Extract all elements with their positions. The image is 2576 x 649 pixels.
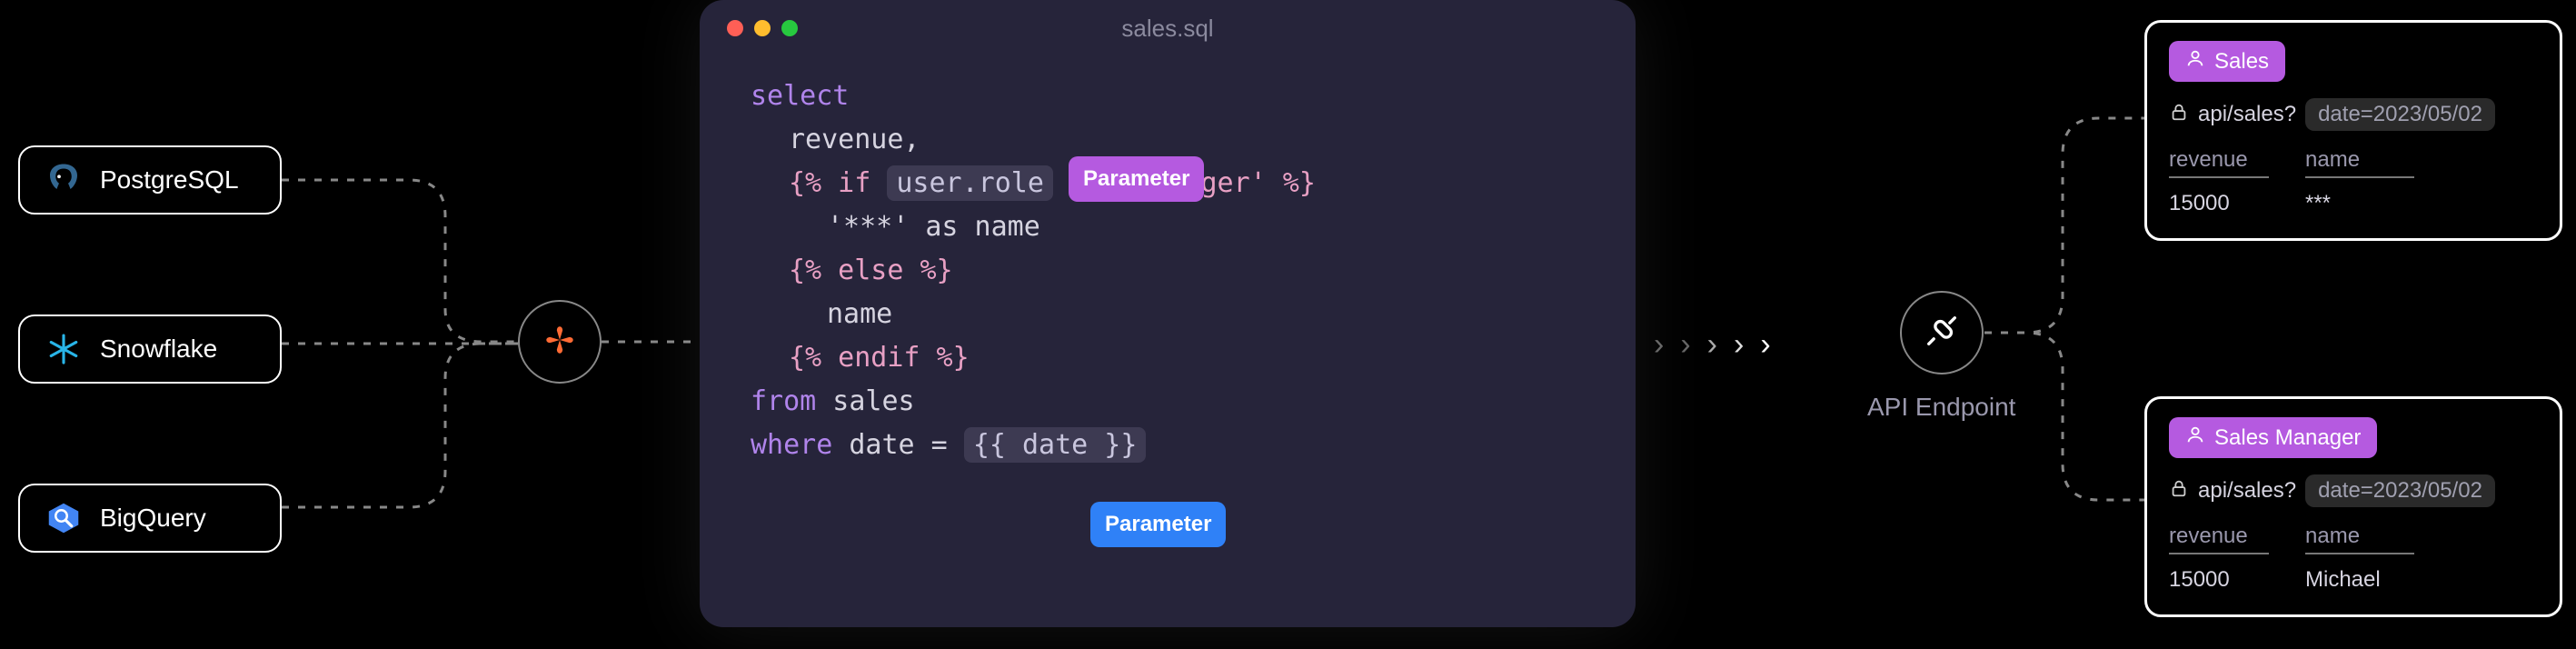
editor-titlebar: sales.sql: [700, 0, 1636, 56]
lock-icon: [2169, 478, 2189, 504]
cell-revenue: 15000: [2169, 567, 2269, 593]
api-query-chip: date=2023/05/02: [2305, 98, 2495, 131]
table-row: 15000 Michael: [2169, 560, 2538, 593]
code-keyword: from: [751, 385, 816, 417]
cell-revenue: 15000: [2169, 191, 2269, 216]
code-editor: sales.sql select revenue, {% if user.rol…: [700, 0, 1636, 627]
snowflake-icon: [45, 331, 82, 367]
api-path: api/sales?: [2198, 102, 2296, 127]
code-keyword: where: [751, 429, 832, 461]
api-url: api/sales? date=2023/05/02: [2169, 98, 2538, 131]
data-sources-list: PostgreSQL Snowflake BigQuery: [18, 145, 282, 553]
flow-chevrons: › › › › ›: [1654, 327, 1775, 363]
code-field: name: [827, 298, 892, 330]
role-tag: Sales: [2169, 41, 2285, 82]
table-header-name: name: [2305, 147, 2414, 178]
lock-icon: [2169, 102, 2189, 128]
cell-name: ***: [2305, 191, 2414, 216]
table-row: 15000 ***: [2169, 184, 2538, 216]
api-endpoint-node: API Endpoint: [1867, 291, 2015, 422]
code-chip-date: {{ date }}: [964, 427, 1147, 463]
code-template: {% endif %}: [789, 342, 970, 374]
code-field: sales: [816, 385, 914, 417]
chevron-icon: ›: [1654, 327, 1667, 363]
chevron-icon: ›: [1734, 327, 1747, 363]
code-keyword: select: [751, 80, 849, 112]
chevron-icon: ›: [1760, 327, 1774, 363]
source-label: Snowflake: [100, 334, 217, 364]
user-icon: [2185, 48, 2205, 75]
cell-name: Michael: [2305, 567, 2414, 593]
source-label: BigQuery: [100, 504, 206, 533]
table-header-name: name: [2305, 524, 2414, 554]
api-path: api/sales?: [2198, 478, 2296, 504]
source-postgresql: PostgreSQL: [18, 145, 282, 215]
source-label: PostgreSQL: [100, 165, 239, 195]
editor-body: select revenue, {% if user.role != 'mana…: [700, 56, 1636, 485]
parameter-badge: Parameter: [1069, 156, 1204, 202]
result-card-sales: Sales api/sales? date=2023/05/02 revenue…: [2144, 20, 2562, 241]
table-header-revenue: revenue: [2169, 147, 2269, 178]
role-label: Sales: [2214, 49, 2269, 75]
role-label: Sales Manager: [2214, 425, 2361, 451]
role-tag: Sales Manager: [2169, 417, 2377, 458]
source-snowflake: Snowflake: [18, 315, 282, 384]
source-bigquery: BigQuery: [18, 484, 282, 553]
result-card-sales-manager: Sales Manager api/sales? date=2023/05/02…: [2144, 396, 2562, 617]
editor-filename: sales.sql: [700, 15, 1636, 43]
code-field: revenue,: [789, 124, 920, 155]
bigquery-icon: [45, 500, 82, 536]
code-template: {% else %}: [789, 255, 953, 286]
api-query-chip: date=2023/05/02: [2305, 474, 2495, 507]
api-url: api/sales? date=2023/05/02: [2169, 474, 2538, 507]
result-table: revenue name 15000 ***: [2169, 147, 2538, 216]
code-field: date =: [832, 429, 964, 461]
chevron-icon: ›: [1707, 327, 1721, 363]
hub-icon: [541, 321, 579, 364]
parameter-badge: Parameter: [1090, 502, 1226, 547]
api-endpoint-label: API Endpoint: [1867, 393, 2015, 422]
chevron-icon: ›: [1680, 327, 1694, 363]
code-chip-user-role: user.role: [887, 165, 1053, 201]
code-field: '***' as name: [827, 211, 1040, 243]
postgresql-icon: [45, 162, 82, 198]
user-icon: [2185, 424, 2205, 451]
result-table: revenue name 15000 Michael: [2169, 524, 2538, 593]
plug-icon: [1922, 311, 1962, 355]
code-template: {% if: [789, 167, 887, 199]
hub-node: [518, 300, 602, 384]
api-endpoint-circle: [1900, 291, 1984, 374]
table-header-revenue: revenue: [2169, 524, 2269, 554]
